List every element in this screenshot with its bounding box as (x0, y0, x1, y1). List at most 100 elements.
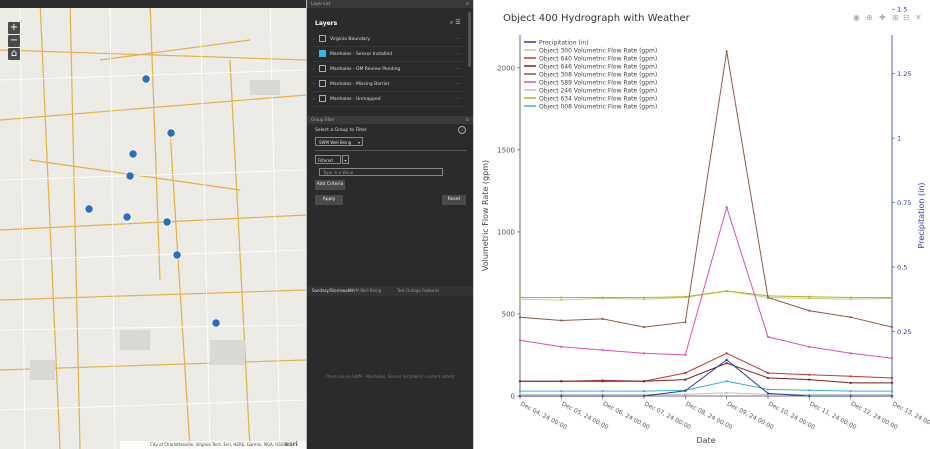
home-button[interactable]: ⌂ (8, 48, 20, 60)
layer-item[interactable]: › Manholes - Missing Barrier ··· (313, 78, 463, 92)
tab-test-outage[interactable]: Test Outage Features (397, 286, 439, 296)
data-point (601, 380, 604, 383)
reset-button[interactable]: Reset (442, 195, 466, 205)
group-filter-header: Group Filter ⊡ (307, 116, 473, 124)
layer-list-scrollbar[interactable] (468, 12, 471, 67)
group-filter-header-label: Group Filter (311, 117, 335, 122)
data-point (560, 345, 563, 348)
data-point (642, 394, 646, 398)
data-point (890, 325, 894, 329)
tab-sanitary[interactable]: Sanitary/Stormwater (312, 286, 353, 296)
y2-tick-label: 0.5 (897, 264, 907, 272)
layer-checkbox[interactable] (319, 35, 326, 42)
y2-tick-label: 1.25 (897, 70, 911, 78)
layer-checkbox[interactable] (319, 95, 326, 102)
layer-item[interactable]: › Manholes - OM Review Pending ··· (313, 63, 463, 77)
hydrograph-chart[interactable]: 05001000150020000.250.50.7511.251.51.75D… (474, 0, 930, 449)
map-basemap[interactable] (0, 0, 306, 449)
layer-list-header-label: Layer List (311, 1, 331, 6)
data-point (725, 391, 728, 394)
layer-item[interactable]: › Virginia Boundary ··· (313, 33, 463, 47)
data-point (518, 380, 522, 383)
more-icon[interactable]: ··· (457, 78, 461, 91)
y-tick-label: 2000 (497, 64, 515, 72)
data-point (849, 352, 852, 355)
empty-table-message: There are no SWM - Manholes. Sensor Inst… (325, 374, 455, 379)
data-point (684, 353, 687, 357)
data-point (808, 394, 811, 398)
series-line (519, 205, 893, 359)
map-attribution: City of Charlottesville, Virginia Tech, … (120, 441, 306, 449)
data-point (642, 380, 646, 383)
data-point (725, 289, 728, 293)
data-point (725, 362, 728, 365)
data-point (560, 298, 563, 302)
series-line (520, 380, 892, 392)
y-tick-label: 500 (502, 310, 515, 318)
data-point (684, 371, 687, 375)
layer-item-label: Manholes - Unmapped (330, 97, 381, 102)
series-line (520, 362, 892, 384)
data-point (849, 381, 852, 384)
layer-checkbox[interactable] (319, 65, 326, 72)
layer-item[interactable]: › Manholes - Unmapped ··· (313, 93, 463, 107)
more-icon[interactable]: ··· (457, 63, 461, 76)
map-view[interactable]: + − ⌂ City of Charlottesville, Virginia … (0, 0, 307, 449)
layer-checkbox[interactable] (319, 50, 326, 57)
esri-logo: esri (285, 441, 298, 448)
data-point (642, 325, 646, 329)
tab-swm-well-being[interactable]: SWM Well Being (349, 286, 381, 296)
group-select[interactable]: SWM Well Being ▾ (315, 137, 363, 146)
data-point (890, 389, 894, 393)
data-point (560, 319, 563, 322)
series-line (520, 352, 893, 382)
layer-item-label: Manholes - OM Review Pending (330, 67, 401, 72)
zoom-in-button[interactable]: + (8, 22, 20, 34)
add-criteria-button[interactable]: Add Criteria (315, 180, 345, 190)
data-point (849, 375, 852, 378)
info-icon[interactable]: i (458, 126, 466, 134)
legend-label: Object 008 Volumetric Flow Rate (gpm) (539, 103, 657, 110)
app: + − ⌂ City of Charlottesville, Virginia … (0, 0, 930, 449)
hydrograph-panel: Object 400 Hydrograph with Weather ◉ ⊕ ✚… (473, 0, 930, 449)
close-icon[interactable]: ⊡ (466, 0, 469, 8)
apply-button[interactable]: Apply (315, 195, 343, 205)
more-icon[interactable]: ··· (457, 33, 461, 46)
data-point (560, 380, 563, 383)
side-panel: Layer List ⊡ Layers ⌕ ☰ › Virginia Bounda… (307, 0, 473, 449)
layer-checkbox[interactable] (319, 80, 326, 87)
x-axis-title: Date (696, 436, 715, 445)
data-point (766, 392, 770, 395)
data-point (890, 376, 894, 380)
layers-menu-icon[interactable]: ⌕ ☰ (450, 19, 461, 27)
legend-label: Object 640 Volumetric Flow Rate (gpm) (539, 55, 657, 62)
y-tick-label: 1500 (497, 146, 515, 154)
series-line (519, 290, 893, 301)
series-line (520, 290, 892, 298)
field-select[interactable]: Filtered (315, 155, 341, 164)
more-icon[interactable]: ··· (457, 93, 461, 106)
data-point (766, 388, 770, 391)
data-point (684, 389, 687, 392)
value-input[interactable]: Type in a Value (319, 168, 443, 176)
more-icon[interactable]: ··· (457, 48, 461, 61)
chevron-down-icon: ▾ (357, 140, 360, 145)
layer-item-label: Virginia Boundary (330, 37, 371, 42)
layer-item[interactable]: › Manholes - Sensor Installed ··· (313, 48, 463, 62)
chevron-down-icon[interactable]: ▾ (342, 155, 349, 164)
zoom-out-button[interactable]: − (8, 35, 20, 47)
data-point (560, 389, 563, 393)
data-point (518, 316, 522, 319)
map-top-bar (0, 0, 306, 8)
data-point (642, 296, 646, 299)
legend-label: Object 589 Volumetric Flow Rate (gpm) (539, 79, 657, 86)
data-point (601, 389, 604, 393)
legend-label: Object 300 Volumetric Flow Rate (gpm) (539, 47, 657, 54)
layer-item-label: Manholes - Sensor Installed (330, 52, 392, 57)
data-point (601, 317, 604, 320)
data-point (766, 371, 770, 375)
close-icon[interactable]: ⊡ (466, 116, 469, 124)
data-point (849, 316, 852, 319)
data-point (766, 296, 770, 299)
layer-item-label: Manholes - Missing Barrier (330, 82, 390, 87)
